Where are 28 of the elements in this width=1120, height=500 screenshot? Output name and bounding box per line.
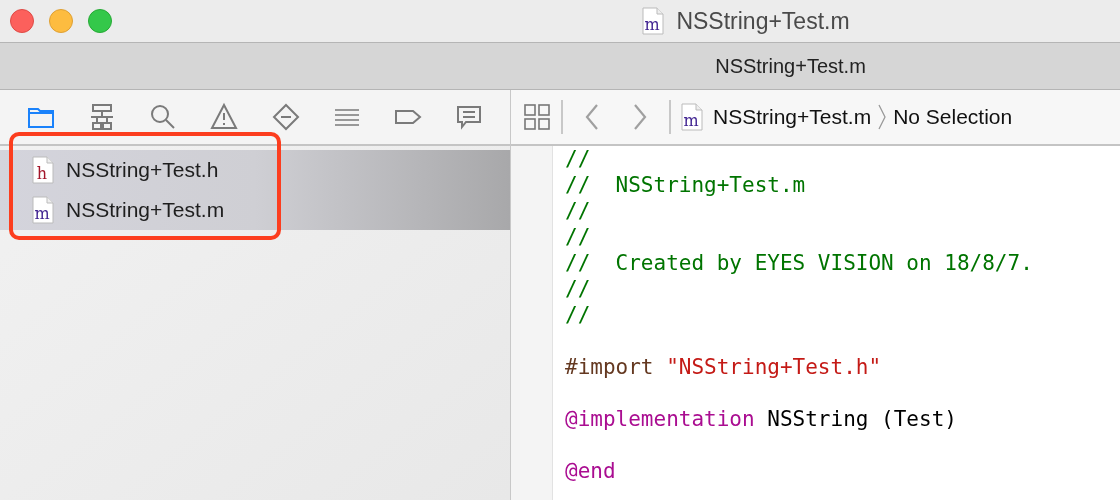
code-line: // xyxy=(565,276,592,302)
chevron-icon xyxy=(877,103,888,131)
file-name: NSString+Test.h xyxy=(66,157,219,184)
code-line: @end xyxy=(565,458,617,484)
source-file-icon: m xyxy=(642,7,665,35)
code-line: @implementation NSString (Test) xyxy=(565,406,958,432)
source-file-icon: h xyxy=(32,156,54,184)
code-line: // Created by EYES VISION on 18/8/7. xyxy=(565,250,1034,276)
breadcrumb-selection[interactable]: No Selection xyxy=(893,101,1013,133)
zoom-button[interactable] xyxy=(88,9,112,33)
code-line: #import "NSString+Test.h" xyxy=(565,354,883,380)
minimize-button[interactable] xyxy=(49,9,73,33)
source-file-icon: m xyxy=(32,196,54,224)
diamond-minus-icon[interactable] xyxy=(270,102,301,132)
file-row[interactable]: m NSString+Test.m xyxy=(0,190,510,230)
code-line: // xyxy=(565,302,592,328)
file-name: NSString+Test.m xyxy=(66,197,225,224)
code-line: // xyxy=(565,224,592,250)
close-button[interactable] xyxy=(10,9,34,33)
warning-icon[interactable] xyxy=(209,102,240,132)
code-line: // xyxy=(565,146,592,172)
breadcrumb-file[interactable]: NSString+Test.m xyxy=(713,101,872,133)
grid-icon[interactable] xyxy=(523,103,551,131)
window-title: NSString+Test.m xyxy=(676,6,850,36)
source-file-icon: m xyxy=(681,103,703,131)
code-line: // NSString+Test.m xyxy=(565,172,807,198)
file-row[interactable]: h NSString+Test.h xyxy=(0,150,510,190)
code-line: // xyxy=(565,198,592,224)
